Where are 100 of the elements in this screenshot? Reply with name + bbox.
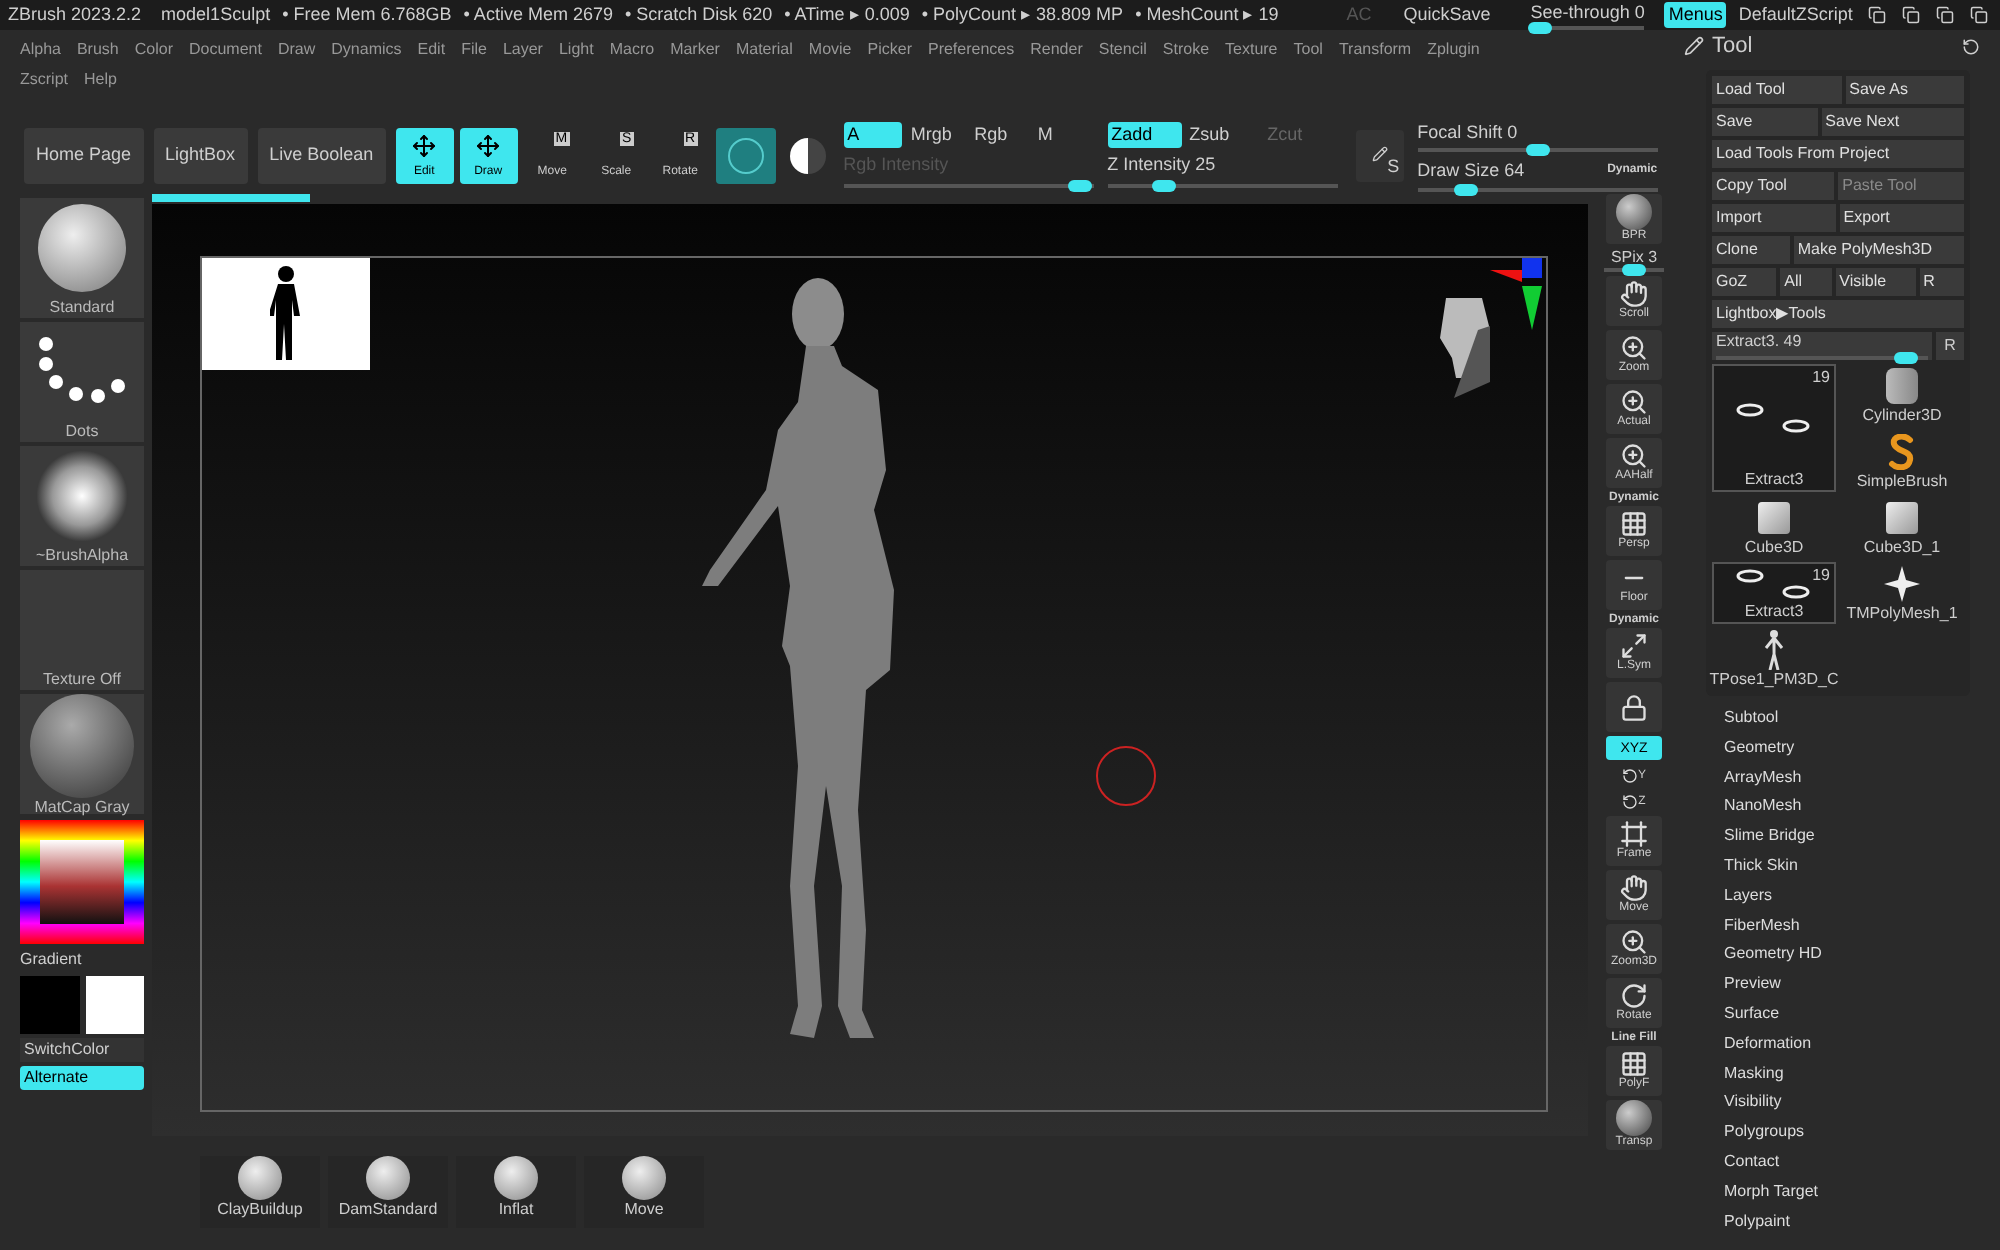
tool-thumbnail[interactable]: Cylinder3D — [1840, 364, 1964, 426]
menu-item[interactable]: Color — [134, 37, 173, 61]
brush-tile[interactable]: Move — [584, 1156, 704, 1228]
tool-thumbnail[interactable]: SimpleBrush — [1840, 430, 1964, 492]
reset-icon[interactable] — [1962, 37, 1980, 55]
brush-tile[interactable]: ClayBuildup — [200, 1156, 320, 1228]
tool-button[interactable]: Save Next — [1821, 108, 1965, 136]
subpalette-item[interactable]: Thick Skin — [1724, 851, 2000, 882]
brush-tile[interactable]: DamStandard — [328, 1156, 448, 1228]
subpalette-item[interactable]: Surface — [1724, 999, 2000, 1030]
subpalette-item[interactable]: Contact — [1724, 1147, 2000, 1178]
tool-button[interactable]: R — [1919, 268, 1965, 296]
menu-item[interactable]: Texture — [1225, 37, 1278, 61]
menu-item[interactable]: Stencil — [1098, 37, 1147, 61]
slider-thumb[interactable] — [1894, 352, 1919, 364]
sculptris-button[interactable] — [715, 127, 776, 183]
z-mode-button[interactable]: Zadd — [1107, 122, 1182, 149]
tool-button[interactable]: Import — [1712, 204, 1836, 232]
menu-item[interactable]: Picker — [867, 37, 912, 61]
menu-item[interactable]: Transform — [1338, 37, 1412, 61]
subpalette-item[interactable]: Morph Target — [1724, 1177, 2000, 1208]
menu-item[interactable]: Stroke — [1162, 37, 1210, 61]
menu-item[interactable]: Marker — [670, 37, 720, 61]
layout-icon[interactable] — [1970, 6, 1989, 24]
menu-item[interactable]: Light — [558, 37, 594, 61]
menu-item[interactable]: Brush — [76, 37, 119, 61]
menu-item[interactable]: Draw — [277, 37, 316, 61]
menus-button[interactable]: Menus — [1664, 1, 1727, 29]
tool-button[interactable]: Load Tools From Project — [1712, 140, 1964, 168]
menu-item[interactable]: Alpha — [20, 37, 61, 61]
quicksave-button[interactable]: QuickSave — [1403, 1, 1491, 29]
menu-item[interactable]: Layer — [502, 37, 543, 61]
shelf-tile[interactable]: Dots — [20, 322, 144, 442]
channel-button[interactable]: M — [1033, 122, 1094, 149]
tool-button[interactable]: GoZ — [1712, 268, 1777, 296]
layout-icon[interactable] — [1902, 6, 1921, 24]
layout-icon[interactable] — [1868, 6, 1887, 24]
shelf-tile[interactable]: Texture Off — [20, 570, 144, 690]
menu-item[interactable]: Material — [735, 37, 793, 61]
subpalette-item[interactable]: Layers — [1724, 881, 2000, 912]
secondary-color-swatch[interactable] — [85, 976, 144, 1034]
view-button[interactable] — [1606, 682, 1662, 732]
tool-thumbnail[interactable]: 19 Extract3 — [1712, 562, 1836, 624]
tool-thumbnail[interactable]: Cube3D — [1712, 496, 1836, 558]
tool-thumbnail[interactable]: 19 Extract3 — [1712, 364, 1836, 492]
tool-button[interactable]: Load Tool — [1712, 76, 1842, 104]
tool-thumbnail[interactable]: TPose1_PM3D_C — [1712, 628, 1836, 690]
alternate-button[interactable]: Alternate — [20, 1066, 144, 1090]
menu-item[interactable]: Zplugin — [1427, 37, 1480, 61]
reset-button[interactable]: R — [1936, 332, 1964, 360]
tool-button[interactable]: Save As — [1845, 76, 1965, 104]
tool-thumbnail[interactable]: Cube3D_1 — [1840, 496, 1964, 558]
menu-item[interactable]: Edit — [417, 37, 446, 61]
subpalette-item[interactable]: Polygroups — [1724, 1118, 2000, 1148]
menu-item[interactable]: Movie — [808, 37, 852, 61]
z-mode-button[interactable]: Zsub — [1185, 122, 1260, 149]
channel-button[interactable]: A — [843, 122, 903, 149]
subpalette-item[interactable]: Slime Bridge — [1724, 822, 2000, 852]
subpalette-item[interactable]: Preview — [1724, 970, 2000, 1000]
brush-tile[interactable]: Inflat — [456, 1156, 576, 1228]
tool-button[interactable]: Visible — [1835, 268, 1916, 296]
shelf-tile[interactable]: Standard — [20, 198, 144, 318]
menu-item[interactable]: Zscript — [20, 67, 68, 91]
subpalette-item[interactable]: Visibility — [1724, 1088, 2000, 1119]
menu-item[interactable]: Macro — [609, 37, 655, 61]
subpalette-item[interactable]: ArrayMesh — [1724, 763, 2000, 793]
menu-item[interactable]: Document — [189, 37, 262, 61]
menu-item[interactable]: File — [461, 37, 487, 61]
menu-item[interactable]: Help — [84, 67, 117, 91]
slider-thumb[interactable] — [1622, 264, 1646, 276]
primary-color-swatch[interactable] — [20, 976, 79, 1034]
subpalette-item[interactable]: Subtool — [1724, 704, 2000, 734]
nav-button[interactable]: LightBox — [153, 127, 248, 183]
menu-item[interactable]: Preferences — [927, 37, 1015, 61]
tool-button[interactable]: Save — [1712, 108, 1818, 136]
subpalette-item[interactable]: Geometry HD — [1724, 940, 2000, 971]
menu-item[interactable]: Tool — [1293, 37, 1323, 61]
subpalette-item[interactable]: Polypaint — [1724, 1207, 2000, 1237]
channel-button[interactable]: Rgb — [970, 122, 1030, 149]
tool-button[interactable]: Make PolyMesh3D — [1793, 236, 1965, 264]
slider-thumb[interactable] — [1453, 183, 1478, 195]
tool-button[interactable]: Export — [1839, 204, 1965, 232]
subpalette-item[interactable]: NanoMesh — [1724, 792, 2000, 823]
tool-button[interactable]: Clone — [1712, 236, 1790, 264]
slider-thumb[interactable] — [1152, 179, 1177, 192]
slider-thumb[interactable] — [1525, 144, 1550, 156]
shelf-tile[interactable]: ~BrushAlpha — [20, 446, 144, 566]
menu-item[interactable]: Dynamics — [331, 37, 402, 61]
extract-slider[interactable]: Extract3. 49 — [1712, 332, 1932, 360]
color-picker[interactable] — [20, 820, 144, 944]
switch-color-button[interactable]: SwitchColor — [20, 1038, 144, 1062]
gradient-label[interactable]: Gradient — [20, 948, 144, 972]
shelf-tile[interactable]: MatCap Gray — [20, 694, 144, 814]
subpalette-item[interactable]: FiberMesh — [1724, 911, 2000, 941]
stroke-button[interactable]: S — [1355, 129, 1404, 181]
tool-button[interactable]: All — [1780, 268, 1832, 296]
channel-button[interactable]: Mrgb — [906, 122, 967, 149]
nav-button[interactable]: Live Boolean — [257, 127, 386, 183]
tool-button[interactable]: Copy Tool — [1712, 172, 1835, 200]
slider-thumb[interactable] — [1527, 22, 1552, 35]
